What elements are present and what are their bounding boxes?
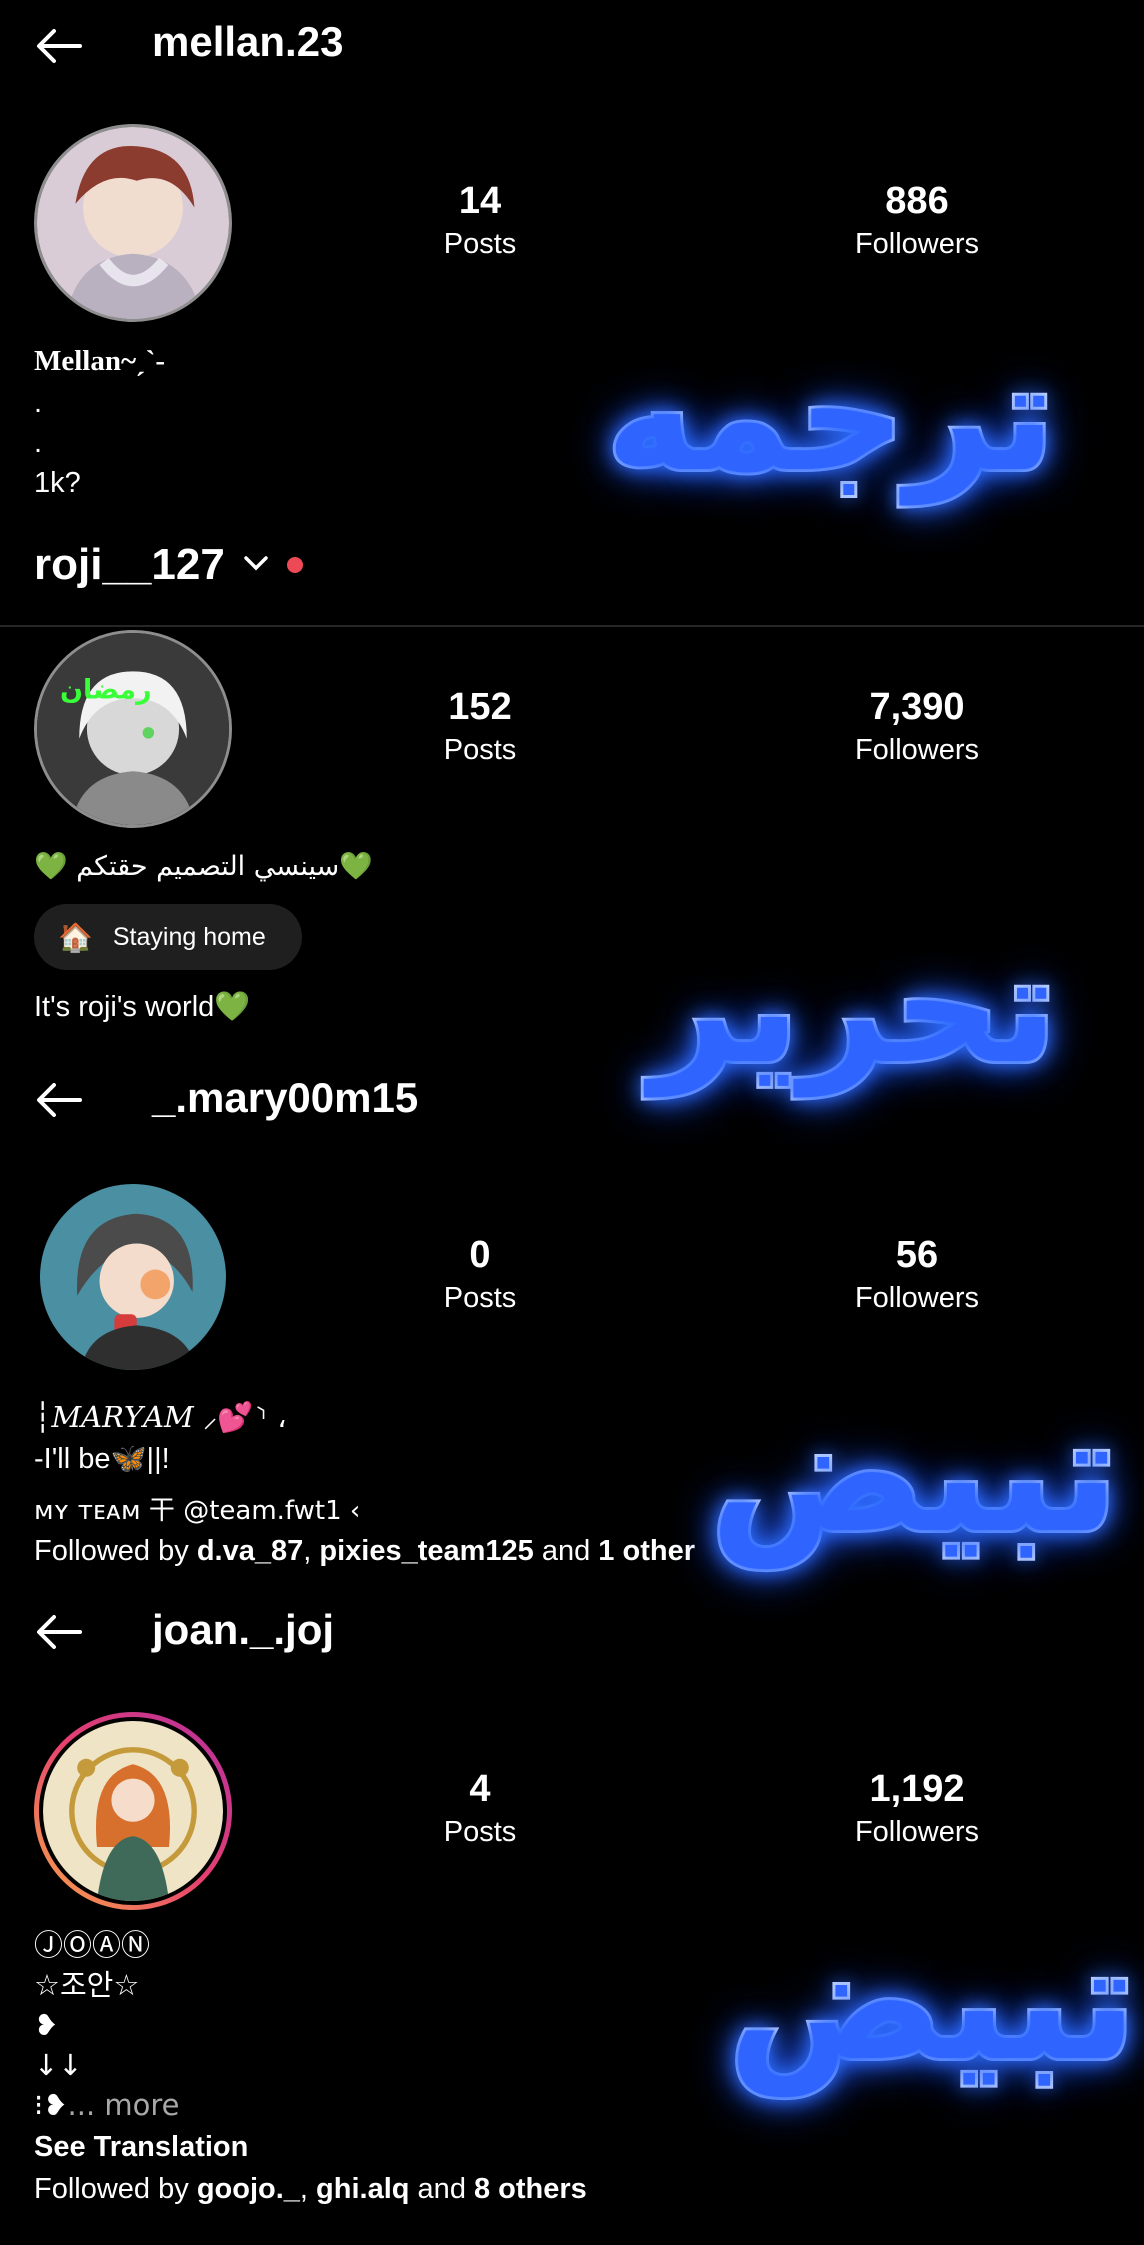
status-chip-label: Staying home — [112, 922, 266, 951]
profile-avatar-story-ring[interactable] — [34, 1712, 232, 1910]
see-translation-link[interactable]: See Translation — [34, 2126, 248, 2168]
followed-by-prefix: Followed by — [34, 2173, 197, 2205]
followed-user[interactable]: pixies_team125 — [319, 1535, 533, 1567]
followed-others[interactable]: 8 others — [474, 2173, 587, 2205]
posts-label: Posts — [443, 228, 517, 260]
followers-label: Followers — [854, 228, 980, 260]
bio-world-line: It's roji's world💚 — [34, 991, 251, 1023]
followed-others[interactable]: 1 other — [598, 1535, 695, 1567]
status-chip[interactable]: 🏠 Staying home — [34, 904, 302, 970]
back-arrow-icon[interactable] — [34, 28, 82, 64]
bio-line-5: ⁝❥ — [34, 2088, 68, 2122]
svg-text:رمضان: رمضان — [60, 674, 152, 705]
followers-label: Followers — [854, 1816, 980, 1848]
followers-stat[interactable]: 7,390 Followers — [797, 684, 1037, 770]
followers-stat[interactable]: 56 Followers — [797, 1232, 1037, 1318]
followed-user[interactable]: d.va_87 — [197, 1535, 303, 1567]
followed-by[interactable]: Followed by goojo._, ghi.alq and 8 other… — [34, 2168, 587, 2210]
profile-avatar[interactable] — [40, 1184, 226, 1370]
overlay-sticker-text: تحرير — [647, 920, 1060, 1100]
followers-count: 56 — [895, 1234, 939, 1276]
overlay-sticker-text: تبيض — [725, 1906, 1140, 2099]
account-username: roji__127 — [34, 540, 225, 589]
posts-count: 4 — [469, 1768, 491, 1810]
profile-avatar[interactable] — [34, 124, 232, 322]
bio-more-line[interactable]: ⁝❥... more — [34, 2084, 180, 2126]
bio-line-1: ⒿⓄⒶⓃ — [34, 1928, 151, 1962]
bio-line-4: ↓↓ — [34, 2048, 83, 2082]
followers-count: 886 — [885, 180, 949, 222]
overlay-sticker-text: ترجمه — [603, 328, 1058, 508]
house-icon: 🏠 — [58, 921, 93, 953]
followers-count: 1,192 — [869, 1768, 965, 1810]
chevron-down-icon — [243, 554, 269, 577]
followers-count: 7,390 — [869, 686, 965, 728]
followed-by-prefix: Followed by — [34, 1535, 197, 1567]
followed-user[interactable]: goojo._ — [197, 2173, 300, 2205]
back-arrow-icon[interactable] — [34, 1082, 82, 1118]
notification-dot — [286, 557, 303, 573]
followers-label: Followers — [854, 734, 980, 766]
posts-stat[interactable]: 152 Posts — [360, 684, 600, 770]
team-line[interactable]: ᴍʏ ᴛᴇᴀᴍ 干 @team.fwt1 ‹ — [34, 1490, 360, 1527]
posts-count: 14 — [458, 180, 502, 222]
bio-line-2: ☆조안☆ — [34, 1968, 140, 2002]
account-switcher[interactable]: roji__127 — [34, 540, 303, 590]
bio-line: -I'll be🦋||! — [34, 1443, 170, 1475]
separator: , — [299, 2173, 317, 2205]
profile-username: _.mary00m15 — [152, 1074, 419, 1121]
and-text: and — [409, 2173, 474, 2205]
posts-label: Posts — [443, 734, 517, 766]
posts-count: 0 — [469, 1234, 491, 1276]
profile-avatar[interactable]: رمضان — [34, 630, 232, 828]
overlay-sticker-text: تبيض — [707, 1378, 1122, 1571]
posts-stat[interactable]: 4 Posts — [360, 1766, 600, 1852]
bio-line-3: ❥ — [34, 2008, 59, 2042]
posts-label: Posts — [443, 1282, 517, 1314]
posts-count: 152 — [448, 686, 512, 728]
more-link[interactable]: ... more — [68, 2088, 180, 2122]
profile-username: joan._.joj — [152, 1606, 335, 1653]
separator: , — [303, 1535, 320, 1567]
bio-line: 💚سينسي التصميم حقتكم 💚 — [34, 851, 373, 882]
back-arrow-icon[interactable] — [34, 1614, 82, 1650]
bio-line-1: . — [34, 387, 43, 419]
bio-name: ┆𝑀𝐴𝑅𝑌𝐴𝑀 ⸝💕⸃ ، — [34, 1400, 287, 1434]
followed-user[interactable]: ghi.alq — [316, 2173, 409, 2205]
bio-name: Mellan~ˏˋ- — [34, 345, 166, 377]
divider — [0, 625, 1144, 627]
and-text: and — [533, 1535, 599, 1567]
followed-by[interactable]: Followed by d.va_87, pixies_team125 and … — [34, 1530, 695, 1572]
posts-label: Posts — [443, 1816, 517, 1848]
profile-username: mellan.23 — [152, 18, 344, 65]
posts-stat[interactable]: 14 Posts — [360, 178, 600, 264]
followers-label: Followers — [854, 1282, 980, 1314]
avatar-image-anime-boy — [37, 127, 229, 319]
bio-line-3: 1k? — [34, 467, 81, 499]
followers-stat[interactable]: 886 Followers — [797, 178, 1037, 264]
avatar-image-anime-girl: رمضان — [37, 633, 229, 825]
avatar-image-girl-drink — [40, 1184, 226, 1370]
followers-stat[interactable]: 1,192 Followers — [797, 1766, 1037, 1852]
posts-stat[interactable]: 0 Posts — [360, 1232, 600, 1318]
bio-line-2: . — [34, 427, 43, 459]
avatar-image-tarot-woman — [43, 1721, 223, 1901]
